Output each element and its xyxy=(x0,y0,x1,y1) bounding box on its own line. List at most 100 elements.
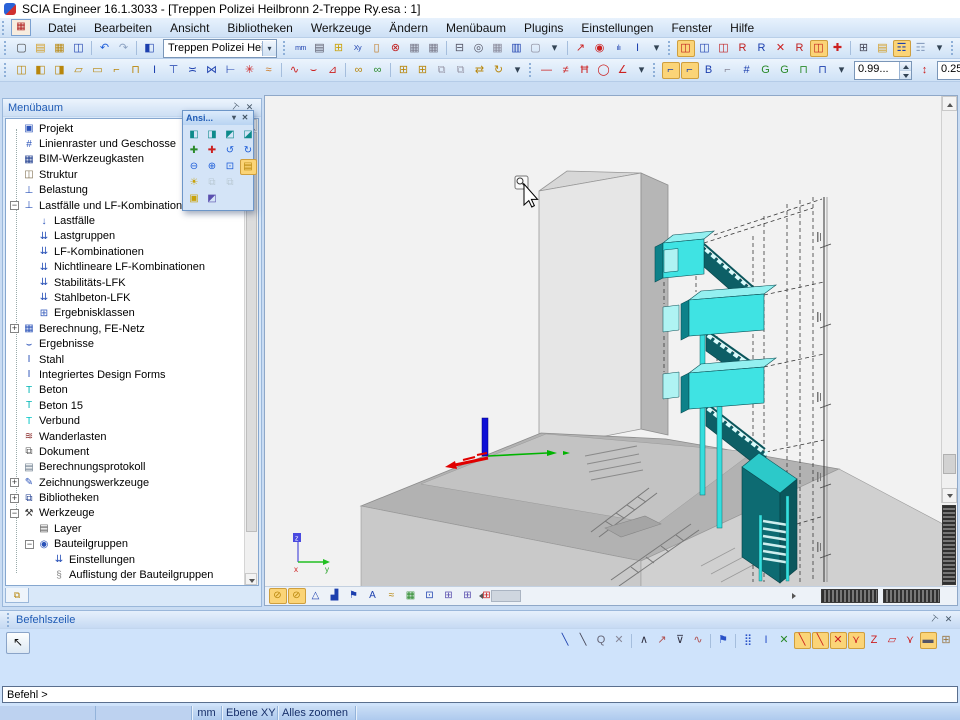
print-button[interactable]: ⊟ xyxy=(451,40,469,57)
redo-button[interactable]: ↷ xyxy=(115,40,133,57)
view-z-button[interactable]: ◩ xyxy=(222,127,239,143)
coordinates-info-button[interactable]: Xy xyxy=(349,40,367,57)
activity-prev-button[interactable]: R xyxy=(753,40,771,57)
connection-button[interactable]: ≈ xyxy=(260,62,278,79)
rib-button[interactable]: I xyxy=(146,62,164,79)
viewport-3d-scene[interactable]: z x y xyxy=(265,96,943,587)
new-project-button[interactable]: ▢ xyxy=(13,40,31,57)
view-b-button[interactable]: B xyxy=(700,62,718,79)
section-view-button[interactable]: I xyxy=(629,40,647,57)
tree-item-bibliotheken[interactable]: +⧉Bibliotheken xyxy=(6,490,245,505)
menu-plugins[interactable]: Plugins xyxy=(515,19,572,37)
dim-parallel-button[interactable]: ≠ xyxy=(557,62,575,79)
tree-item-lf-kombinationen[interactable]: ⇊LF-Kombinationen xyxy=(6,244,245,259)
scroll-left-button[interactable] xyxy=(472,590,486,603)
beam-var-button[interactable]: ▭ xyxy=(89,62,107,79)
rotate-button[interactable]: ↻ xyxy=(490,62,508,79)
save-project-button[interactable]: ◫ xyxy=(70,40,88,57)
pan-button[interactable]: ✚ xyxy=(186,143,203,159)
import-esa-button[interactable]: ▦ xyxy=(51,40,69,57)
snap-polygon-button[interactable]: ▱ xyxy=(884,632,901,649)
tree-item-stahl[interactable]: IStahl xyxy=(6,352,245,367)
project-selector[interactable]: Treppen Polizei Heil ▾ xyxy=(163,39,277,58)
tree-item-berechnungsprotokoll[interactable]: ▤Berechnungsprotokoll xyxy=(6,460,245,475)
view-bracket-1-button[interactable]: ⊓ xyxy=(795,62,813,79)
tree-expander-icon[interactable]: − xyxy=(25,540,34,549)
tree-item-zeichnungswerkzeuge[interactable]: +✎Zeichnungswerkzeuge xyxy=(6,475,245,490)
pan-speed-bar-1[interactable] xyxy=(821,589,878,603)
orbit-button[interactable]: ✚ xyxy=(204,143,221,159)
snap-midpoints-button[interactable]: ╲ xyxy=(812,632,829,649)
polyline-button[interactable]: ∿ xyxy=(286,62,304,79)
units-setup-button[interactable]: mm xyxy=(292,40,310,57)
calculator-button[interactable]: ⊞ xyxy=(330,40,348,57)
render-settings-button[interactable]: ◩ xyxy=(204,191,221,207)
view-g2-button[interactable]: G xyxy=(776,62,794,79)
menubaum-tab[interactable]: ⧉ xyxy=(5,588,29,603)
viewport-scrollbar-thumb[interactable] xyxy=(943,454,956,474)
rafter-button[interactable]: ⌐ xyxy=(108,62,126,79)
tree-item-beton[interactable]: TBeton xyxy=(6,383,245,398)
menu-bearbeiten[interactable]: Bearbeiten xyxy=(85,19,161,37)
paste-geometry-button[interactable]: ⧉ xyxy=(452,62,470,79)
wall-button[interactable]: ⊢ xyxy=(222,62,240,79)
view-params-1-button[interactable]: ⊞ xyxy=(440,588,458,604)
activity-workplane-button[interactable]: R xyxy=(791,40,809,57)
histogram-button[interactable]: ılı xyxy=(610,40,628,57)
shell-button[interactable]: ⋈ xyxy=(203,62,221,79)
open-results-button[interactable]: ▤ xyxy=(874,40,892,57)
frame-button[interactable]: ⊓ xyxy=(127,62,145,79)
node-star-button[interactable]: ✳ xyxy=(241,62,259,79)
ansicht-toolbar-header[interactable]: Ansi... ▾ ✕ xyxy=(183,111,253,125)
gallery-1-button[interactable]: ▦ xyxy=(406,40,424,57)
snap-peak-button[interactable]: ∧ xyxy=(636,632,653,649)
show-member-data-button[interactable]: ⊡ xyxy=(421,588,439,604)
dim-height-button[interactable]: Ħ xyxy=(576,62,594,79)
tree-expander-icon[interactable]: − xyxy=(10,201,19,210)
menu-bibliotheken[interactable]: Bibliotheken xyxy=(218,19,301,37)
hidden-lines-off-button[interactable]: ☶ xyxy=(912,40,930,57)
link-nodes-button[interactable]: ∞ xyxy=(350,62,368,79)
table-input-geometry-button[interactable]: ⊞ xyxy=(395,62,413,79)
snap-arc-button[interactable]: Z xyxy=(866,632,883,649)
clipping-box-button[interactable]: ▣ xyxy=(186,191,203,207)
menu-werkzeuge[interactable]: Werkzeuge xyxy=(302,19,380,37)
view-corner-2-button[interactable]: ⌐ xyxy=(681,62,699,79)
document-system-icon[interactable]: ▦ xyxy=(11,19,31,36)
tree-item-einstellungen[interactable]: ⇊Einstellungen xyxy=(6,552,245,567)
snap-grid-dots-button[interactable]: ⣿ xyxy=(740,632,757,649)
preview-zoom-button[interactable]: ◉ xyxy=(591,40,609,57)
menu-hilfe[interactable]: Hilfe xyxy=(721,19,763,37)
layers-button[interactable]: ▤ xyxy=(311,40,329,57)
snap-perpendicular-button[interactable]: ⊽ xyxy=(672,632,689,649)
undo-button[interactable]: ↶ xyxy=(96,40,114,57)
cursor-flag-button[interactable]: ⚑ xyxy=(715,632,732,649)
snap-ruler-button[interactable]: ▬ xyxy=(920,632,937,649)
show-labels-button[interactable]: A xyxy=(364,588,382,604)
overflow-7-button[interactable]: ▾ xyxy=(833,62,851,79)
rotate-right-button[interactable]: ↻ xyxy=(240,143,257,159)
print-preview-button[interactable]: ◎ xyxy=(470,40,488,57)
activity-layer-button[interactable]: ◫ xyxy=(715,40,733,57)
tree-item-werkzeuge[interactable]: −⚒Werkzeuge xyxy=(6,506,245,521)
view-axonometric-button[interactable]: ◪ xyxy=(240,127,257,143)
combo-dropdown-icon[interactable]: ▾ xyxy=(262,41,276,56)
render-solid-button[interactable]: ⊘ xyxy=(288,588,306,604)
render-wireframe-button[interactable]: ⊘ xyxy=(269,588,287,604)
move-button[interactable]: ⇄ xyxy=(471,62,489,79)
tree-item-berechnung-fe-netz[interactable]: +▦Berechnung, FE-Netz xyxy=(6,321,245,336)
table-input-loads-button[interactable]: ⊞ xyxy=(414,62,432,79)
scroll-down-button[interactable] xyxy=(942,488,957,503)
center-crosshair-button[interactable]: ✚ xyxy=(829,40,847,57)
column-2d-button[interactable]: ◫ xyxy=(13,62,31,79)
activity-invert-button[interactable]: R xyxy=(734,40,752,57)
show-axes-button[interactable]: △ xyxy=(307,588,325,604)
view-settings-button[interactable]: ▤ xyxy=(240,159,257,175)
view-hash-button[interactable]: # xyxy=(738,62,756,79)
tree-item-nichtlineare-lf-kombinationen[interactable]: ⇊Nichtlineare LF-Kombinationen xyxy=(6,260,245,275)
tree-expander-icon[interactable]: + xyxy=(10,324,19,333)
snap-intersect-green-button[interactable]: ✕ xyxy=(776,632,793,649)
view-y-button[interactable]: ◨ xyxy=(204,127,221,143)
pan-speed-bar-2[interactable] xyxy=(883,589,940,603)
link-members-button[interactable]: ∞ xyxy=(369,62,387,79)
